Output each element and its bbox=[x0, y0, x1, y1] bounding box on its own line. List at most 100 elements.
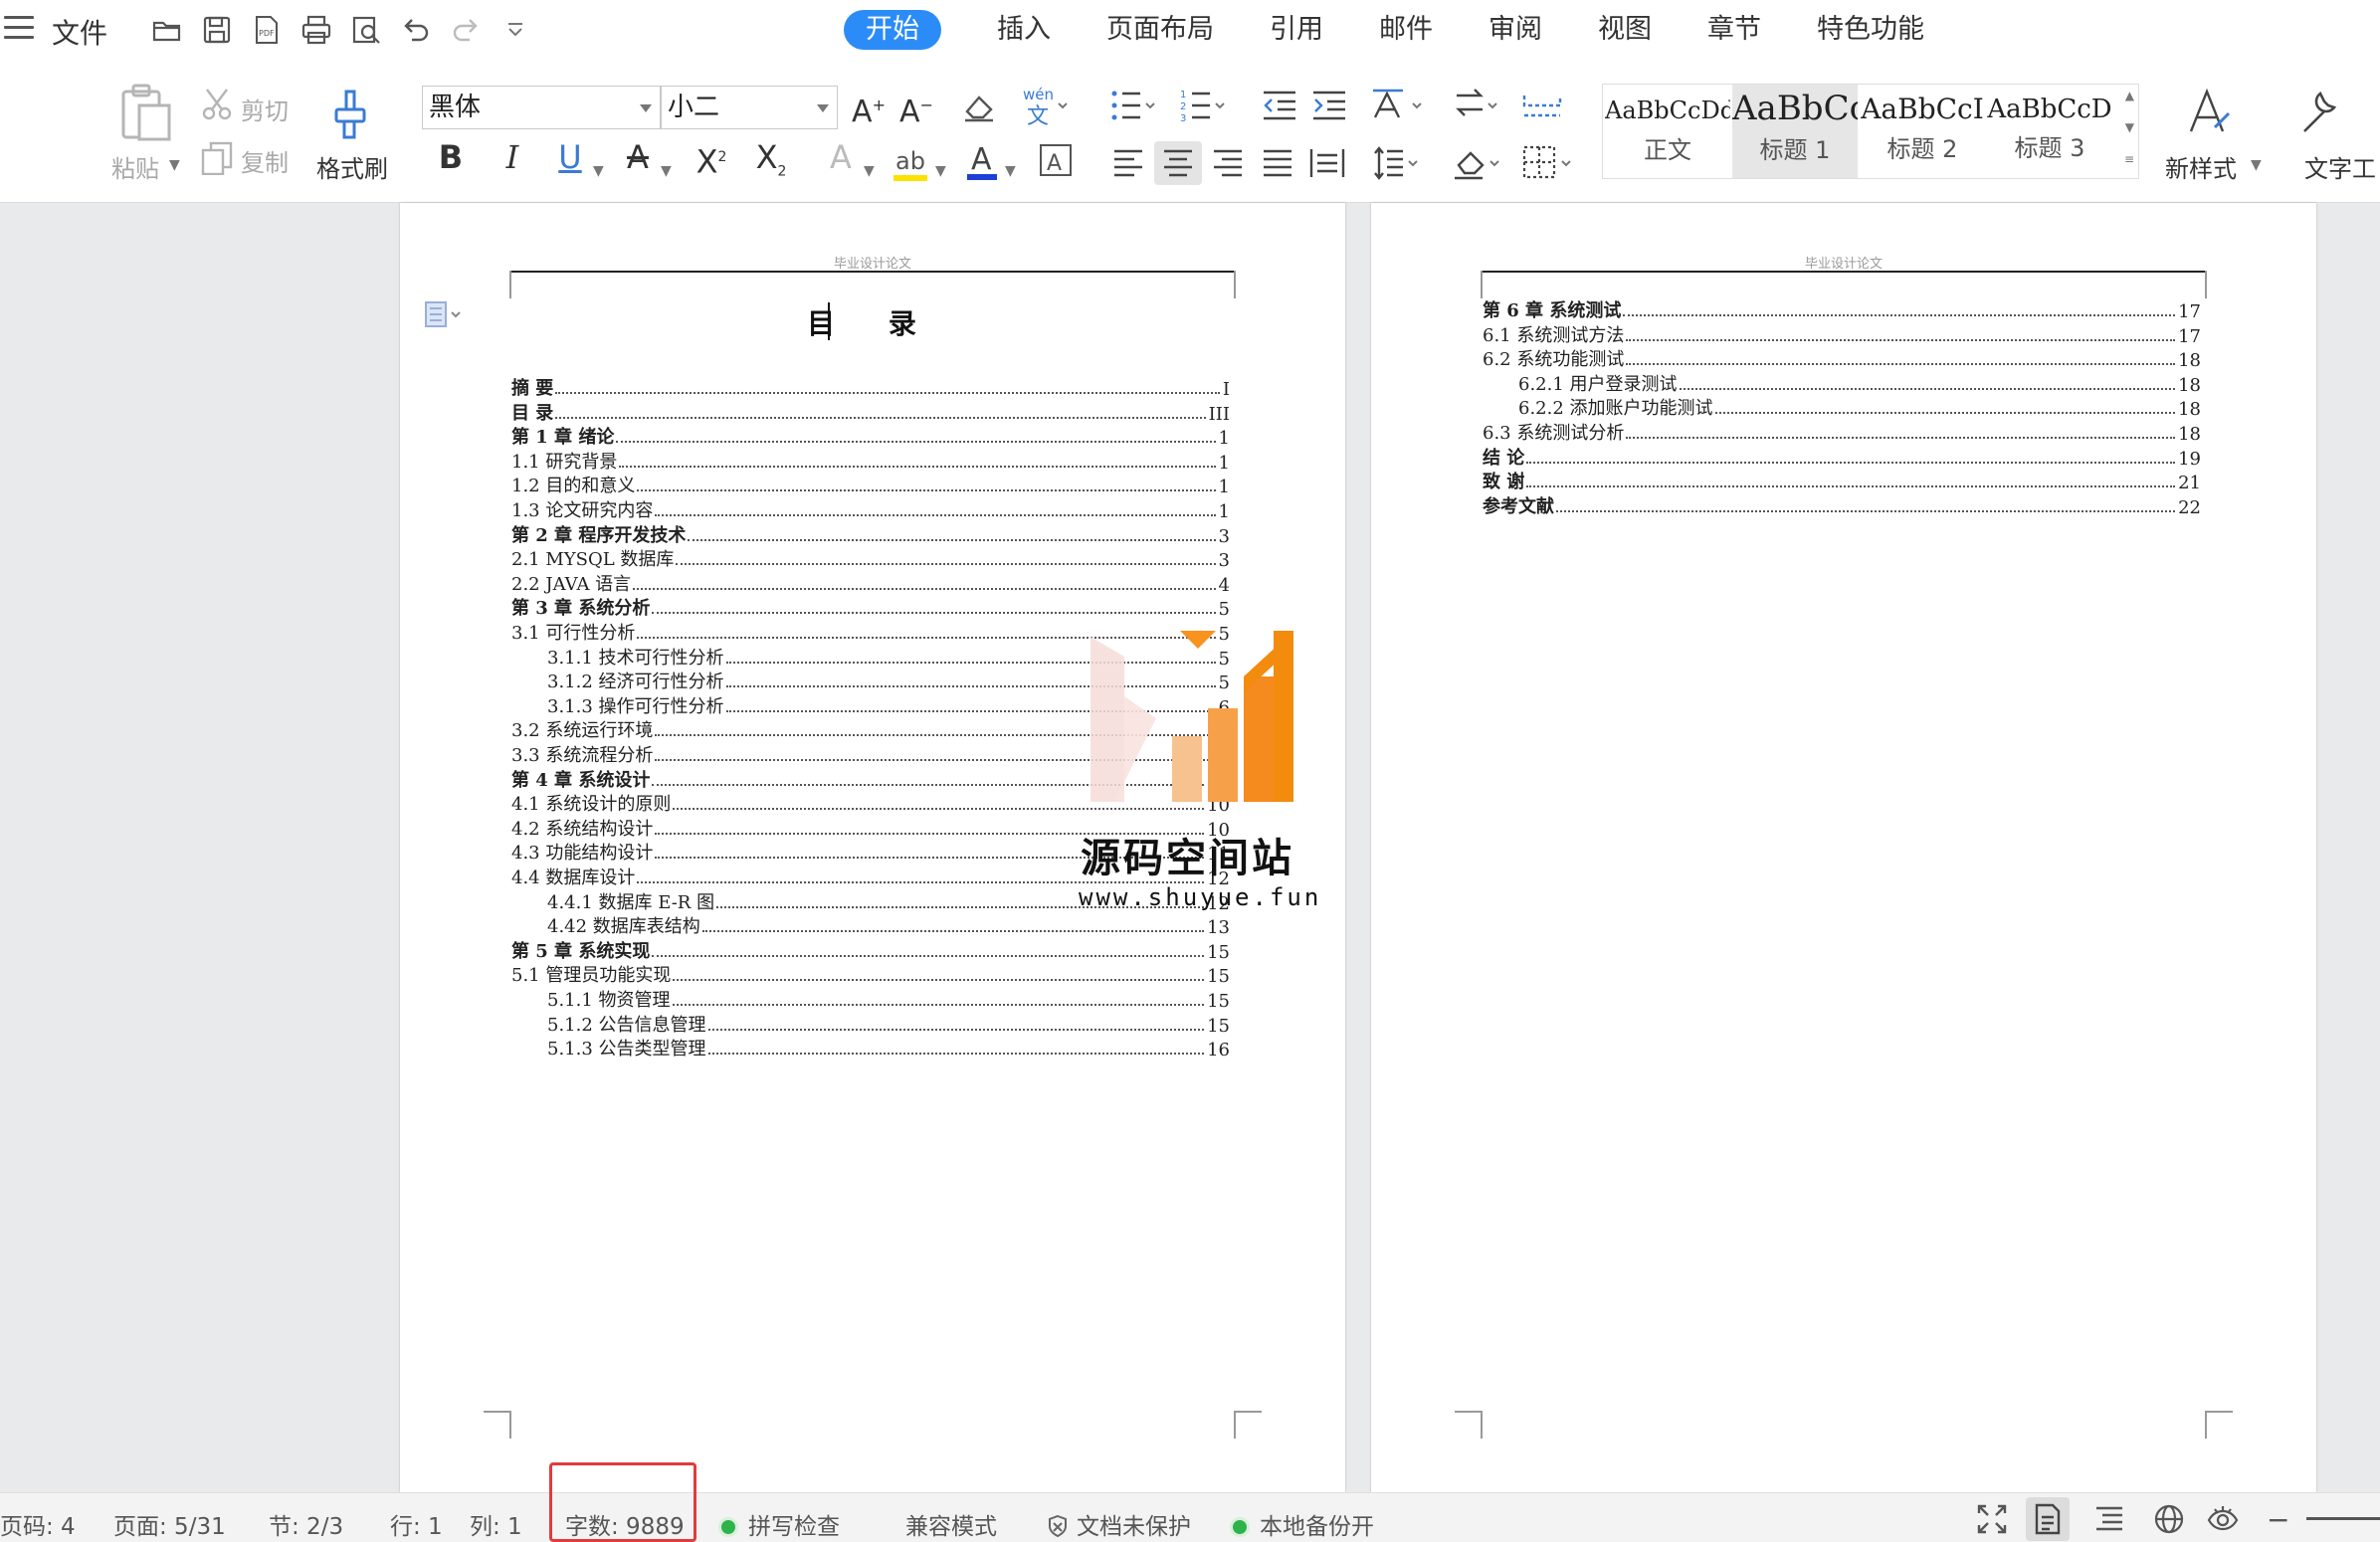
line-spacing-icon[interactable] bbox=[1373, 145, 1423, 181]
subscript-icon[interactable]: X2 bbox=[748, 135, 794, 179]
crop-mark bbox=[484, 271, 511, 298]
spell-check-button[interactable]: 拼写检查 bbox=[718, 1507, 840, 1541]
character-border-icon[interactable]: A bbox=[1039, 143, 1073, 177]
distributed-align-icon[interactable] bbox=[1309, 147, 1345, 179]
doc-protection-button[interactable]: 文档未保护 bbox=[1047, 1507, 1191, 1541]
tab-review[interactable]: 审阅 bbox=[1488, 10, 1542, 50]
toc-entry[interactable]: 5.1.3 公告类型管理 16 bbox=[547, 1031, 1230, 1060]
show-paragraph-marks-icon[interactable] bbox=[1522, 94, 1562, 119]
tab-references[interactable]: 引用 bbox=[1270, 10, 1323, 50]
status-ok-icon bbox=[718, 1517, 738, 1537]
format-painter-label[interactable]: 格式刷 bbox=[316, 149, 388, 184]
bold-icon[interactable]: B bbox=[428, 135, 474, 179]
font-name-select[interactable]: 黑体 bbox=[422, 86, 661, 129]
customize-quick-access-icon[interactable] bbox=[499, 14, 531, 46]
numbered-list-icon[interactable]: 123 bbox=[1180, 88, 1228, 123]
cut-label[interactable]: 剪切 bbox=[241, 92, 289, 126]
shading-icon[interactable] bbox=[1453, 145, 1506, 181]
menu-icon[interactable] bbox=[4, 16, 34, 40]
text-effect-dropdown-icon[interactable]: ▼ bbox=[864, 163, 875, 179]
tab-start[interactable]: 开始 bbox=[844, 10, 941, 50]
gallery-more-icon[interactable]: ≡ bbox=[2124, 152, 2134, 166]
tab-page-layout[interactable]: 页面布局 bbox=[1106, 10, 1214, 50]
format-painter-icon[interactable] bbox=[328, 88, 372, 139]
sort-icon[interactable] bbox=[1455, 88, 1504, 123]
export-pdf-icon[interactable]: PDF bbox=[251, 14, 283, 46]
style-heading-1[interactable]: AaBbCc 标题 1 bbox=[1732, 85, 1858, 178]
undo-icon[interactable] bbox=[400, 14, 432, 46]
paste-dropdown-icon[interactable]: ▼ bbox=[169, 157, 180, 173]
status-column: 列: 1 bbox=[470, 1514, 522, 1540]
font-size-select[interactable]: 小二 bbox=[661, 86, 838, 129]
fullscreen-icon[interactable] bbox=[1976, 1503, 2008, 1535]
copy-label[interactable]: 复制 bbox=[241, 143, 289, 178]
justify-icon[interactable] bbox=[1262, 149, 1293, 177]
outline-view-icon[interactable] bbox=[2093, 1503, 2125, 1535]
highlight-dropdown-icon[interactable]: ▼ bbox=[935, 163, 946, 179]
style-heading-2[interactable]: AaBbCcI 标题 2 bbox=[1860, 85, 1985, 178]
tab-chapter[interactable]: 章节 bbox=[1707, 10, 1761, 50]
gallery-scroll-up-icon[interactable]: ▲ bbox=[2125, 89, 2134, 102]
underline-dropdown-icon[interactable]: ▼ bbox=[593, 163, 604, 179]
text-effect-icon[interactable]: A bbox=[818, 135, 864, 179]
paste-label[interactable]: 粘贴 bbox=[111, 149, 159, 184]
svg-text:PDF: PDF bbox=[259, 29, 275, 38]
italic-icon[interactable]: I bbox=[490, 135, 535, 179]
page-view-icon[interactable] bbox=[2026, 1497, 2070, 1541]
open-icon[interactable] bbox=[151, 14, 183, 46]
grow-font-icon[interactable]: A+ bbox=[846, 84, 892, 129]
increase-indent-icon[interactable] bbox=[1311, 90, 1347, 121]
superscript-icon[interactable]: X2 bbox=[689, 135, 734, 181]
document-page-right[interactable]: 毕业设计论文 第 6 章 系统测试 17 6.1 系统测试方法 17 6.2 系统功能测… bbox=[1371, 203, 2316, 1492]
status-bar: 页码: 4 页面: 5/31 节: 2/3 行: 1 列: 1 字数: 9889… bbox=[0, 1492, 2380, 1542]
file-menu[interactable]: 文件 bbox=[52, 12, 107, 52]
web-view-icon[interactable] bbox=[2153, 1503, 2185, 1535]
copy-icon[interactable] bbox=[201, 141, 233, 175]
zoom-out-icon[interactable]: − bbox=[2267, 1503, 2289, 1536]
bullet-list-icon[interactable] bbox=[1110, 88, 1158, 123]
shrink-font-icon[interactable]: A− bbox=[893, 84, 939, 129]
clear-format-icon[interactable] bbox=[961, 90, 997, 123]
status-page-count[interactable]: 页面: 5/31 bbox=[113, 1507, 226, 1541]
text-direction-icon[interactable] bbox=[1371, 88, 1427, 123]
style-normal[interactable]: AaBbCcDd 正文 bbox=[1605, 85, 1730, 178]
status-section[interactable]: 节: 2/3 bbox=[269, 1507, 343, 1541]
text-tools-label[interactable]: 文字工 bbox=[2304, 149, 2376, 184]
highlight-icon[interactable]: ab bbox=[892, 143, 931, 183]
underline-icon[interactable]: U bbox=[547, 135, 593, 179]
strikethrough-dropdown-icon[interactable]: ▼ bbox=[661, 163, 672, 179]
compat-mode-label[interactable]: 兼容模式 bbox=[905, 1507, 997, 1541]
new-style-label[interactable]: 新样式 bbox=[2165, 149, 2237, 184]
zoom-slider[interactable] bbox=[2306, 1517, 2380, 1520]
borders-icon[interactable] bbox=[1522, 145, 1578, 181]
new-style-dropdown-icon[interactable]: ▼ bbox=[2251, 157, 2262, 173]
tab-view[interactable]: 视图 bbox=[1598, 10, 1652, 50]
paste-icon[interactable] bbox=[117, 84, 173, 143]
align-center-icon[interactable] bbox=[1154, 141, 1202, 185]
cut-icon[interactable] bbox=[201, 88, 233, 121]
eye-protection-icon[interactable] bbox=[2207, 1503, 2239, 1535]
tab-insert[interactable]: 插入 bbox=[997, 10, 1051, 50]
save-icon[interactable] bbox=[201, 14, 233, 46]
text-tools-icon[interactable] bbox=[2298, 88, 2342, 137]
status-page-number[interactable]: 页码: 4 bbox=[0, 1507, 76, 1541]
tab-mailings[interactable]: 邮件 bbox=[1379, 10, 1433, 50]
align-left-icon[interactable] bbox=[1112, 149, 1144, 177]
tab-special-features[interactable]: 特色功能 bbox=[1817, 10, 1924, 50]
font-color-icon[interactable]: A bbox=[963, 139, 1003, 183]
local-backup-button[interactable]: 本地备份开 bbox=[1230, 1507, 1374, 1541]
font-name-value: 黑体 bbox=[429, 93, 482, 122]
print-preview-icon[interactable] bbox=[350, 14, 382, 46]
print-icon[interactable] bbox=[300, 14, 332, 46]
strikethrough-icon[interactable]: A bbox=[615, 135, 661, 179]
decrease-indent-icon[interactable] bbox=[1262, 90, 1297, 121]
phonetic-guide-icon[interactable]: wén 文 bbox=[1021, 84, 1071, 127]
align-right-icon[interactable] bbox=[1212, 149, 1244, 177]
style-heading-3[interactable]: AaBbCcD 标题 3 bbox=[1987, 85, 2112, 178]
new-style-icon[interactable] bbox=[2185, 88, 2233, 137]
font-color-dropdown-icon[interactable]: ▼ bbox=[1005, 163, 1016, 179]
toc-entry[interactable]: 参考文献 22 bbox=[1483, 488, 2201, 518]
gallery-scroll-down-icon[interactable]: ▼ bbox=[2125, 120, 2134, 134]
redo-icon[interactable] bbox=[450, 14, 482, 46]
svg-text:ab: ab bbox=[895, 147, 925, 175]
